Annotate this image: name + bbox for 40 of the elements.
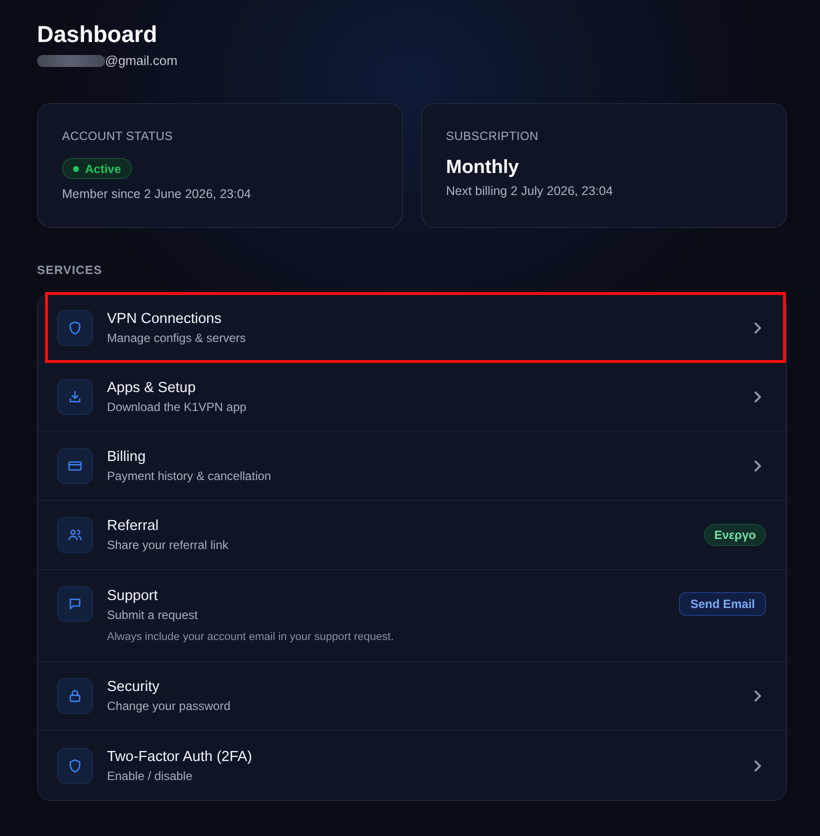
- credit-card-icon: [57, 448, 93, 484]
- service-title: Two-Factor Auth (2FA): [107, 748, 252, 766]
- send-email-button[interactable]: Send Email: [679, 592, 766, 616]
- service-title: Support: [107, 587, 158, 606]
- service-description: Submit a request: [107, 607, 198, 624]
- service-title: VPN Connections: [107, 310, 222, 329]
- service-list-item[interactable]: VPN Connections Manage configs & servers: [38, 294, 786, 363]
- chat-bubble-icon: [57, 586, 93, 622]
- status-text: Active: [85, 160, 122, 176]
- chevron-right-icon: [754, 760, 762, 772]
- card-label: ACCOUNT STATUS: [62, 128, 173, 144]
- service-description: Manage configs & servers: [107, 330, 246, 347]
- support-note: Always include your account email in your support request.: [107, 630, 394, 645]
- card-label: SUBSCRIPTION: [446, 128, 538, 144]
- chevron-right-icon: [754, 460, 762, 472]
- service-description: Download the K1VPN app: [107, 399, 246, 416]
- next-billing-text: Next billing 2 July 2026, 23:04: [446, 183, 613, 200]
- chevron-right-icon: [754, 391, 762, 403]
- service-description: Change your password: [107, 698, 230, 715]
- shield-icon: [57, 310, 93, 346]
- page-title: Dashboard: [37, 20, 158, 48]
- shield-icon: [57, 748, 93, 784]
- member-since-text: Member since 2 June 2026, 23:04: [62, 186, 252, 203]
- status-dot-icon: [73, 166, 79, 172]
- plan-name: Monthly: [446, 156, 519, 180]
- chevron-right-icon: [754, 690, 762, 702]
- section-heading: SERVICES: [37, 262, 102, 278]
- service-description: Payment history & cancellation: [107, 468, 272, 485]
- service-description: Enable / disable: [107, 768, 192, 784]
- service-title: Referral: [107, 517, 159, 536]
- download-icon: [57, 379, 93, 415]
- users-icon: [57, 517, 93, 553]
- lock-icon: [57, 678, 93, 714]
- chevron-right-icon: [754, 322, 762, 334]
- active-badge: Ενεργο: [704, 524, 766, 546]
- service-title: Security: [107, 678, 160, 697]
- service-title: Apps & Setup: [107, 379, 196, 398]
- service-description: Share your referral link: [107, 537, 228, 554]
- account-email: @gmail.com: [105, 52, 178, 70]
- service-title: Billing: [107, 448, 146, 467]
